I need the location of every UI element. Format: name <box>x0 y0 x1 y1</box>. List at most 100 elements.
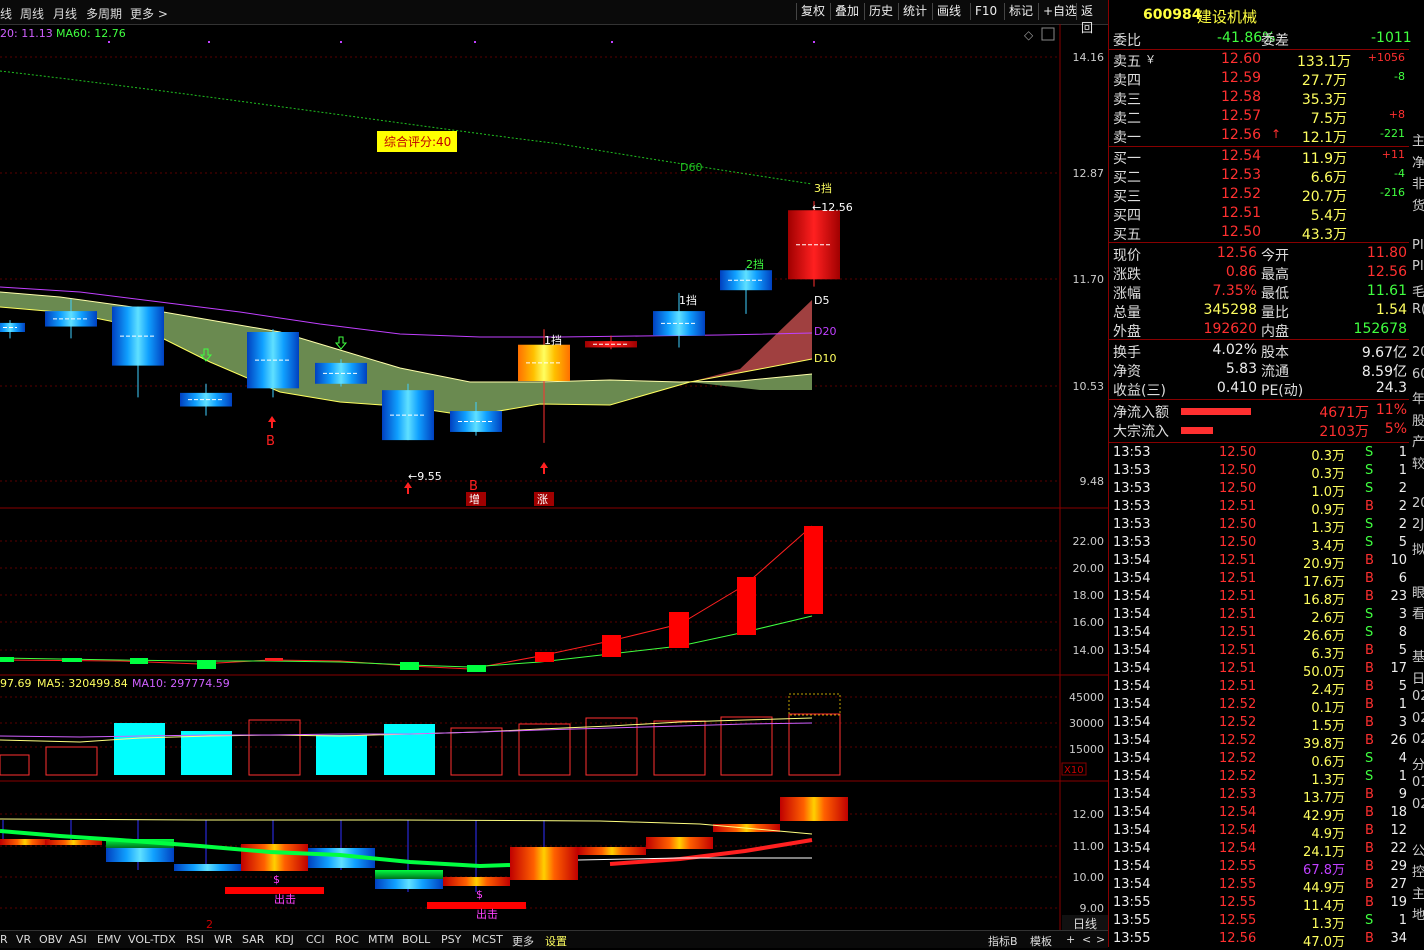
high-mark: ←12.56 <box>812 201 853 214</box>
indicator-tab[interactable]: VOL-TDX <box>128 933 176 946</box>
scroll-right-button[interactable]: > <box>1096 933 1105 946</box>
buy-mark-b: B <box>266 434 275 449</box>
tick-row: 13:53 12.51 0.9万 B 2 <box>1109 499 1409 518</box>
tick-side: B <box>1365 841 1374 856</box>
edge-fragment: 主 <box>1412 886 1424 902</box>
indicator-tab[interactable]: OBV <box>39 933 62 946</box>
tab-more[interactable]: 更多 > <box>130 5 168 22</box>
stat-label: 量比 <box>1261 305 1289 321</box>
tick-side: B <box>1365 571 1374 586</box>
d10-label: D10 <box>814 352 836 365</box>
indicator-tab[interactable]: R <box>0 933 8 946</box>
tick-count: 18 <box>1390 805 1407 820</box>
tick-volume: 24.1万 <box>1303 845 1345 860</box>
indicator-tab[interactable]: ROC <box>335 933 359 946</box>
edge-fragment: 货 <box>1412 198 1424 214</box>
tick-time: 13:54 <box>1113 643 1151 658</box>
period-label[interactable]: 日线 <box>1062 915 1108 931</box>
indicator-tab[interactable]: PSY <box>441 933 461 946</box>
window-restore-icon[interactable] <box>1041 27 1055 41</box>
diamond-icon[interactable]: ◇ <box>1024 28 1034 42</box>
add-indicator-button[interactable]: + <box>1066 933 1075 946</box>
indicator-tab[interactable]: WR <box>214 933 233 946</box>
indicator-tab[interactable]: SAR <box>242 933 264 946</box>
ask-row-5[interactable]: 卖五 ￥ 12.60 133.1万 +1056 <box>1109 51 1409 70</box>
add-watchlist-button[interactable]: +自选 <box>1038 3 1081 20</box>
flow-value: 4671万 <box>1319 405 1369 421</box>
ask-row-3[interactable]: 卖三 12.58 35.3万 <box>1109 89 1409 108</box>
tick-volume: 1.3万 <box>1311 521 1345 536</box>
ask-row-1[interactable]: 卖一 12.56 12.1万 -221 <box>1109 127 1409 146</box>
tick-count: 1 <box>1398 697 1407 712</box>
tick-side: B <box>1365 931 1374 946</box>
tick-price: 12.50 <box>1219 517 1257 532</box>
fuquan-button[interactable]: 复权 <box>796 3 829 20</box>
tick-row: 13:54 12.51 50.0万 B 17 <box>1109 661 1409 680</box>
bid-row-1[interactable]: 买一 12.54 11.9万 +11 <box>1109 148 1409 167</box>
back-button[interactable]: 返回 <box>1076 3 1108 35</box>
tick-time: 13:55 <box>1113 913 1151 928</box>
overlay-button[interactable]: 叠加 <box>830 3 863 20</box>
tick-row: 13:53 12.50 1.0万 S 2 <box>1109 481 1409 500</box>
bid-row-5[interactable]: 买五 12.50 43.3万 <box>1109 224 1409 243</box>
up-arrow-icon: ↑ <box>1271 127 1282 141</box>
stock-name: 建设机械 <box>1197 8 1258 26</box>
tick-side: S <box>1365 481 1374 496</box>
y-tick: 10.00 <box>1073 871 1105 884</box>
indicator-tab[interactable]: MTM <box>368 933 394 946</box>
indicator-tab[interactable]: CCI <box>306 933 325 946</box>
y-tick: 16.00 <box>1073 616 1105 629</box>
indicator-tab[interactable]: RSI <box>186 933 204 946</box>
ask-row-4[interactable]: 卖四 12.59 27.7万 -8 <box>1109 70 1409 89</box>
flow-label: 大宗流入 <box>1113 424 1169 440</box>
tab-multi-period[interactable]: 多周期 <box>86 5 122 22</box>
y-tick: 14.16 <box>1073 51 1105 64</box>
tick-volume: 20.9万 <box>1303 557 1345 572</box>
edge-fragment: 眼 <box>1412 585 1424 601</box>
indicator-tab[interactable]: ASI <box>69 933 87 946</box>
up-arrow-icon <box>540 462 548 474</box>
ask-row-2[interactable]: 卖二 12.57 7.5万 +8 <box>1109 108 1409 127</box>
tick-time: 13:54 <box>1113 589 1151 604</box>
ask-price: 12.59 <box>1221 70 1262 86</box>
stat-value: 152678 <box>1353 321 1407 337</box>
stats-button[interactable]: 统计 <box>898 3 931 20</box>
flow-value: 2103万 <box>1319 424 1369 440</box>
edge-fragment: PI <box>1412 237 1424 253</box>
stat-value: 0.86 <box>1225 264 1257 280</box>
indicator-tab[interactable]: BOLL <box>402 933 430 946</box>
history-button[interactable]: 历史 <box>864 3 897 20</box>
stat-row: 现价 12.56 今开 11.80 <box>1109 245 1409 264</box>
f10-button[interactable]: F10 <box>970 3 1001 20</box>
indicator-tab[interactable]: VR <box>16 933 31 946</box>
y-tick: 12.87 <box>1073 167 1105 180</box>
tick-volume: 50.0万 <box>1303 665 1345 680</box>
indicator-tab[interactable]: KDJ <box>275 933 294 946</box>
tick-row: 13:54 12.51 20.9万 B 10 <box>1109 553 1409 572</box>
tick-side: S <box>1365 607 1374 622</box>
stat-label: PE(动) <box>1261 383 1304 399</box>
tick-price: 12.51 <box>1219 661 1257 676</box>
kline-chart[interactable]: 20: 11.13 MA60: 12.76 ◇ 14.16 12.87 11.7… <box>0 24 1108 930</box>
stat-label: 最低 <box>1261 286 1289 302</box>
tab-weekly[interactable]: 周线 <box>20 5 44 22</box>
tab-monthly[interactable]: 月线 <box>53 5 77 22</box>
ask-price: 12.58 <box>1221 89 1262 105</box>
bid-row-3[interactable]: 买三 12.52 20.7万 -216 <box>1109 186 1409 205</box>
mark-button[interactable]: 标记 <box>1004 3 1037 20</box>
tick-price: 12.51 <box>1219 499 1257 514</box>
tab-daily[interactable]: 线 <box>0 5 12 22</box>
indicator-tab[interactable]: MCST <box>472 933 503 946</box>
tick-count: 22 <box>1390 841 1407 856</box>
tick-price: 12.52 <box>1219 715 1257 730</box>
bid-row-4[interactable]: 买四 12.51 5.4万 <box>1109 205 1409 224</box>
edge-fragment: 02 <box>1412 689 1424 704</box>
indicator-tab[interactable]: EMV <box>97 933 121 946</box>
edge-fragment: 分 <box>1412 757 1424 773</box>
tick-row: 13:54 12.52 1.5万 B 3 <box>1109 715 1409 734</box>
zhang-label: 涨 <box>537 493 548 506</box>
tick-count: 26 <box>1390 733 1407 748</box>
scroll-left-button[interactable]: < <box>1082 933 1091 946</box>
bid-row-2[interactable]: 买二 12.53 6.6万 -4 <box>1109 167 1409 186</box>
draw-button[interactable]: 画线 <box>932 3 965 20</box>
